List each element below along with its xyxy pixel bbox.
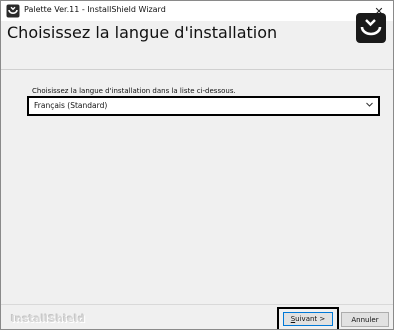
footer-divider <box>1 304 393 305</box>
installer-window: Palette Ver.11 - InstallShield Wizard ✕ … <box>0 0 394 330</box>
page-title: Choisissez la langue d'installation <box>7 23 278 42</box>
title-bar[interactable]: Palette Ver.11 - InstallShield Wizard ✕ <box>1 1 393 21</box>
next-button-label: uivant > <box>295 315 326 323</box>
installshield-brand: InstallShield <box>11 314 86 325</box>
installshield-logo-icon <box>356 13 386 43</box>
instruction-text: Choisissez la langue d'installation dans… <box>32 87 236 95</box>
language-select-value: Français (Standard) <box>34 101 108 110</box>
next-button-highlight: Suivant > <box>277 307 339 329</box>
language-select[interactable]: Français (Standard) <box>27 96 380 116</box>
window-title: Palette Ver.11 - InstallShield Wizard <box>24 5 166 14</box>
next-button[interactable]: Suivant > <box>283 312 333 326</box>
app-icon <box>6 4 20 18</box>
cancel-button[interactable]: Annuler <box>341 312 389 327</box>
chevron-down-icon[interactable] <box>365 100 374 109</box>
header-divider <box>1 69 393 70</box>
